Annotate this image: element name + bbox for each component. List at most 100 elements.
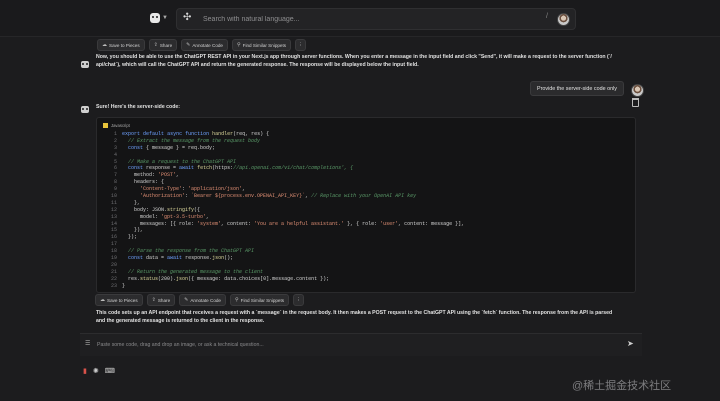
code-line: 14 messages: [{ role: 'system', content:…	[97, 221, 635, 228]
code-text: res.status(200).json({ message: data.cho…	[122, 275, 330, 282]
code-line: 2 // Extract the message from the reques…	[97, 138, 635, 145]
code-text: messages: [{ role: 'system', content: 'Y…	[122, 220, 465, 227]
line-number: 13	[110, 213, 117, 220]
code-line: 23}	[97, 283, 635, 290]
code-text: // Return the generated message to the c…	[128, 268, 264, 275]
code-line: 1 export default async function handler(r…	[97, 131, 635, 138]
logo-icon	[150, 13, 160, 23]
copilot-icon[interactable]: ✺	[93, 368, 99, 375]
line-number: 11	[110, 199, 117, 206]
code-line: 11 },	[97, 200, 635, 207]
search-bar[interactable]: ✣	[176, 8, 576, 30]
snippet-actions-bottom: ☁ Save to Pieces ⇪ Share ✎ Annotate Code ⚲ F…	[95, 294, 305, 306]
code-text: const data = await response.json();	[128, 255, 234, 262]
annotate-icon: ✎	[184, 297, 189, 303]
line-number: 12	[110, 206, 117, 213]
magic-search-icon[interactable]: ✣	[183, 12, 191, 23]
more-options-button[interactable]: ⋮	[293, 294, 305, 306]
line-number: 8	[113, 179, 117, 186]
copilot-avatar-icon	[81, 61, 89, 68]
code-line: 18 // Parse the response from the ChatGP…	[97, 248, 635, 255]
line-number: 10	[110, 193, 117, 200]
line-number: 6	[113, 165, 117, 172]
code-text: }),	[122, 227, 144, 234]
logo-menu-button[interactable]: ▼	[150, 12, 168, 24]
assistant-message: Now, you should be able to use the ChatG…	[96, 54, 612, 68]
chat-composer: ☰ ➤	[80, 333, 642, 356]
more-options-button[interactable]: ⋮	[295, 39, 307, 51]
line-number: 16	[110, 234, 117, 241]
code-line: 3 const { message } = req.body;	[97, 145, 635, 152]
code-line: 5 // Make a request to the ChatGPT API	[97, 159, 635, 166]
annotate-icon: ✎	[186, 42, 191, 48]
code-line: 7 method: 'POST',	[97, 172, 635, 179]
line-number: 5	[113, 158, 117, 165]
share-button[interactable]: ⇪ Share	[148, 39, 178, 51]
user-message-bubble: Provide the server-side code only	[530, 81, 625, 96]
code-lines: 1 export default async function handler(r…	[97, 131, 635, 289]
chat-input-icon: ☰	[85, 341, 91, 347]
code-snippet[interactable]: Javascript 1 export default async functio…	[96, 117, 636, 293]
javascript-icon	[103, 123, 108, 128]
language-label: Javascript	[103, 123, 130, 128]
line-number: 9	[113, 186, 117, 193]
code-text: body: JSON.stringify({	[122, 206, 201, 213]
line-number: 3	[113, 144, 117, 151]
copilot-avatar-icon	[81, 106, 89, 113]
line-number: 2	[113, 137, 117, 144]
code-text: headers: {	[122, 179, 165, 186]
code-line: 19 const data = await response.json();	[97, 255, 635, 262]
code-line: 4	[97, 152, 635, 159]
chat-icon[interactable]: ⌨	[105, 368, 115, 375]
code-line: 16 });	[97, 234, 635, 241]
chevron-down-icon: ▼	[162, 15, 168, 21]
chat-input[interactable]	[95, 338, 599, 352]
line-number: 1	[113, 131, 117, 137]
snippet-actions-top: ☁ Save to Pieces ⇪ Share ✎ Annotate Code ⚲ F…	[97, 39, 307, 51]
share-icon: ⇪	[153, 42, 158, 48]
search-input[interactable]	[201, 11, 525, 27]
watermark: @稀土掘金技术社区	[572, 380, 672, 392]
trash-icon[interactable]	[632, 98, 639, 107]
more-icon: ⋮	[298, 42, 303, 47]
code-text: model: 'gpt-3.5-turbo',	[122, 213, 210, 220]
find-similar-snippets-button[interactable]: ⚲ Find Similar Snippets	[231, 39, 292, 51]
code-line: 13 model: 'gpt-3.5-turbo',	[97, 214, 635, 221]
assistant-outro-text: This code sets up an API endpoint that r…	[96, 310, 613, 324]
code-line: 10 'Authorization': `Bearer ${process.en…	[97, 193, 635, 200]
save-to-pieces-button[interactable]: ☁ Save to Pieces	[95, 294, 143, 306]
line-number: 20	[110, 261, 117, 268]
search-similar-icon: ⚲	[234, 297, 239, 303]
line-number: 7	[113, 172, 117, 179]
more-icon: ⋮	[296, 297, 301, 302]
line-number: 15	[110, 227, 117, 234]
line-number: 23	[110, 282, 117, 289]
profile-avatar[interactable]	[557, 13, 570, 26]
user-avatar	[631, 84, 644, 97]
code-text: 'Authorization': `Bearer ${process.env.O…	[140, 193, 417, 200]
share-icon: ⇪	[151, 297, 156, 303]
send-icon[interactable]: ➤	[627, 339, 634, 348]
bottom-toolbar: ▮ ✺ ⌨	[83, 368, 115, 375]
code-line: 17	[97, 241, 635, 248]
line-number: 4	[113, 151, 117, 158]
code-text: // Extract the message from the request …	[128, 137, 261, 144]
share-button[interactable]: ⇪ Share	[146, 294, 176, 306]
find-similar-snippets-button[interactable]: ⚲ Find Similar Snippets	[229, 294, 290, 306]
save-to-pieces-button[interactable]: ☁ Save to Pieces	[97, 39, 145, 51]
code-line: 22 res.status(200).json({ message: data.…	[97, 276, 635, 283]
cloud-save-icon: ☁	[102, 42, 107, 48]
code-text: const { message } = req.body;	[128, 144, 216, 151]
annotate-code-button[interactable]: ✎ Annotate Code	[181, 39, 228, 51]
code-text: export default async function handler(re…	[122, 131, 270, 137]
search-shortcut-hint: /	[546, 13, 548, 20]
cloud-save-icon: ☁	[100, 297, 105, 303]
code-text: },	[122, 199, 141, 206]
search-similar-icon: ⚲	[236, 42, 241, 48]
code-text: method: 'POST',	[122, 172, 180, 179]
annotate-code-button[interactable]: ✎ Annotate Code	[179, 294, 226, 306]
line-number: 18	[110, 248, 117, 255]
delete-icon[interactable]: ▮	[83, 368, 87, 375]
code-line: 21 // Return the generated message to th…	[97, 269, 635, 276]
code-text: // Parse the response from the ChatGPT A…	[128, 248, 255, 255]
